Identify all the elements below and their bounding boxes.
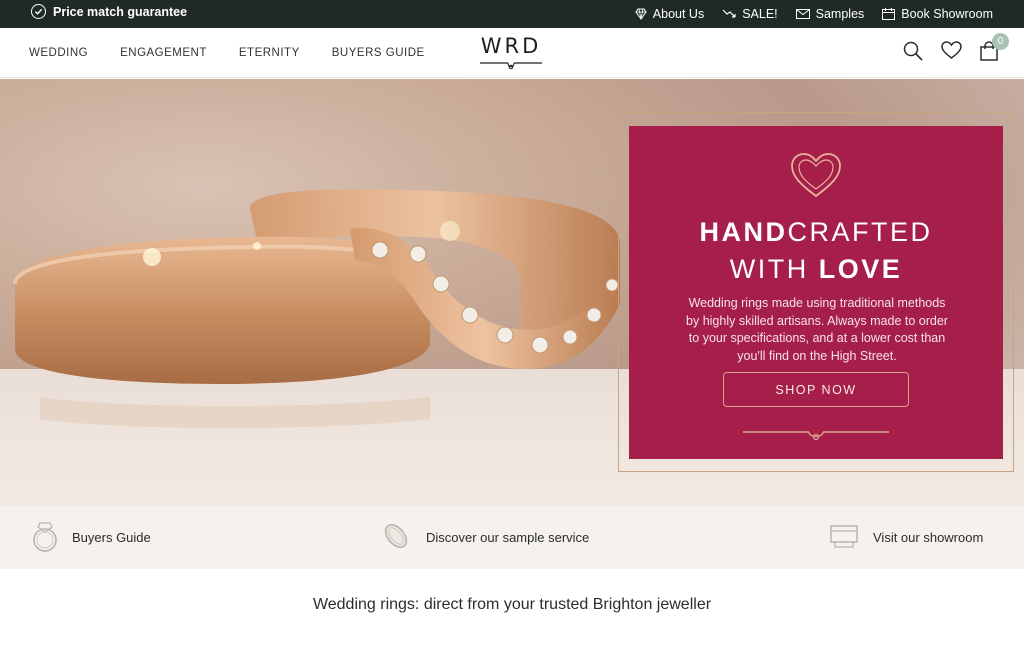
sale-label: SALE! [742, 7, 778, 21]
diamond-ring-icon [635, 8, 647, 21]
nav-link-wedding[interactable]: WEDDING [29, 47, 88, 59]
book-showroom-label: Book Showroom [901, 7, 993, 21]
ring-icon [32, 519, 58, 556]
feature-label: Visit our showroom [873, 530, 984, 545]
samples-label: Samples [815, 7, 865, 21]
cart-count-badge: 0 [992, 32, 1009, 50]
feature-label: Discover our sample service [426, 530, 590, 545]
nav-icons: 0 [903, 28, 1009, 78]
feature-label: Buyers Guide [72, 530, 151, 545]
cart-button[interactable]: 0 [980, 32, 1009, 66]
logo-ornament [480, 62, 542, 70]
heart-icon[interactable] [941, 41, 962, 65]
guarantee-label: Price match guarantee [53, 4, 188, 19]
feature-buyers-guide[interactable]: Buyers Guide [32, 506, 151, 569]
heart-outline-icon [790, 152, 842, 205]
samples-link[interactable]: Samples [795, 7, 865, 21]
promo-description: Wedding rings made using traditional met… [686, 296, 948, 363]
calendar-icon [882, 8, 896, 20]
price-match-guarantee[interactable]: Price match guarantee [31, 4, 187, 19]
main-navigation: WEDDING ENGAGEMENT ETERNITY BUYERS GUIDE… [0, 28, 1024, 78]
hero-rings-image [13, 189, 620, 428]
promo-panel: HANDCRAFTED WITH LOVE Wedding rings made… [629, 126, 1003, 459]
about-us-link[interactable]: About Us [635, 7, 704, 21]
utility-links: About Us SALE! Samples Book Showroom [635, 0, 993, 28]
page-tagline: Wedding rings: direct from your trusted … [312, 596, 712, 613]
promo-title-line-2: WITH LOVE [729, 254, 903, 284]
envelope-icon [795, 9, 810, 19]
nav-link-engagement[interactable]: ENGAGEMENT [120, 47, 207, 59]
hero-banner: HANDCRAFTED WITH LOVE Wedding rings made… [0, 79, 1024, 506]
trend-down-icon [722, 9, 736, 19]
feature-showroom[interactable]: Visit our showroom [829, 506, 983, 569]
site-logo[interactable]: WRD [478, 34, 544, 72]
logo-text: WRD [480, 34, 542, 58]
nav-link-buyers-guide[interactable]: BUYERS GUIDE [332, 47, 425, 59]
search-icon[interactable] [903, 41, 923, 66]
promo-title-line-1: HANDCRAFTED [699, 217, 933, 247]
features-strip: Buyers Guide Discover our sample service… [0, 506, 1024, 569]
primary-nav-links: WEDDING ENGAGEMENT ETERNITY BUYERS GUIDE [29, 28, 457, 78]
sample-ring-icon [382, 522, 412, 553]
sale-link[interactable]: SALE! [722, 7, 778, 21]
top-utility-bar: Price match guarantee About Us SALE! Sam… [0, 0, 1024, 28]
about-us-label: About Us [652, 7, 705, 21]
bag-icon [980, 40, 998, 65]
promo-ornament [743, 431, 889, 441]
feature-sample-service[interactable]: Discover our sample service [382, 506, 589, 569]
shop-now-button[interactable]: SHOP NOW [723, 372, 909, 407]
showroom-icon [829, 523, 859, 552]
nav-link-eternity[interactable]: ETERNITY [239, 47, 300, 59]
check-circle-icon [31, 4, 46, 19]
book-showroom-link[interactable]: Book Showroom [882, 7, 993, 21]
